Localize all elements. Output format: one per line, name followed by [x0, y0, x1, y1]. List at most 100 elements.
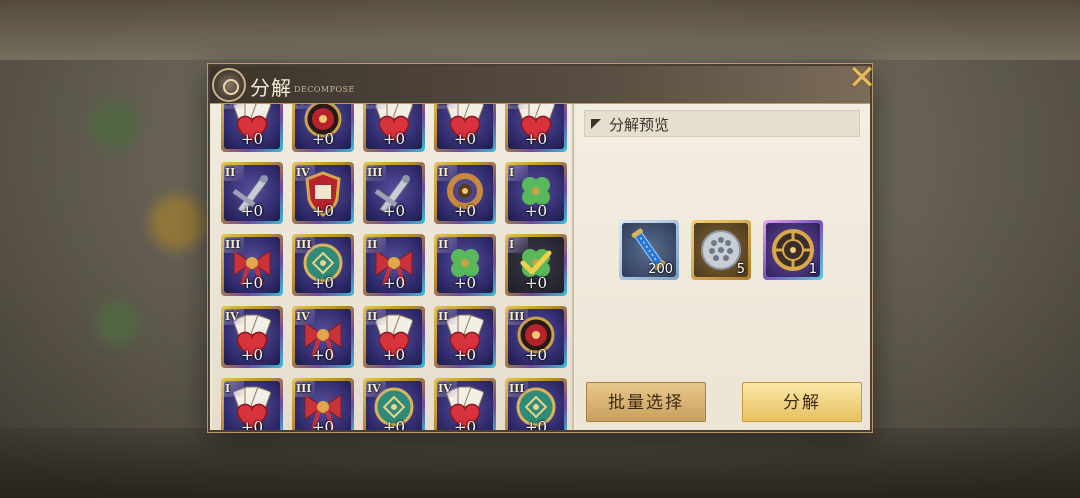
- equipment-slot[interactable]: II +0: [434, 234, 496, 296]
- item-level: +0: [524, 130, 548, 148]
- item-rank: II: [366, 104, 387, 109]
- equipment-slot[interactable]: I +0: [505, 162, 567, 224]
- equipment-slot[interactable]: II +0: [221, 162, 283, 224]
- item-rank: IV: [224, 104, 244, 109]
- slot-frame: III +0: [366, 165, 422, 221]
- equipment-slot[interactable]: II +0: [363, 234, 425, 296]
- equipment-slot[interactable]: II +0: [363, 306, 425, 368]
- item-grid-panel[interactable]: IV+0IV+0II+0II+0II+0II+0IV+0III+0II+0I+0…: [212, 104, 574, 430]
- compass-emblem-icon: [212, 68, 246, 102]
- reward-item[interactable]: 5: [691, 220, 751, 280]
- item-level: +0: [453, 274, 477, 292]
- slot-frame: IV +0: [224, 309, 280, 365]
- decompose-preview-panel: 分解预览 200 5 1 批量选择 分解: [576, 104, 870, 430]
- decompose-button[interactable]: 分解: [742, 382, 862, 422]
- equipment-slot[interactable]: IV +0: [434, 378, 496, 430]
- item-rank: II: [366, 237, 387, 253]
- item-rank: III: [224, 237, 245, 253]
- item-rank: IV: [295, 309, 315, 325]
- item-rank: II: [508, 104, 529, 109]
- equipment-slot[interactable]: I +0: [221, 378, 283, 430]
- item-rank: I: [508, 237, 529, 253]
- dialog-title-bar: 分解 DECOMPOSE: [210, 66, 870, 104]
- equipment-slot[interactable]: II +0: [434, 306, 496, 368]
- item-level: +0: [524, 418, 548, 430]
- equipment-slot[interactable]: IV +0: [221, 306, 283, 368]
- item-rank: II: [224, 165, 245, 181]
- equipment-slot[interactable]: III +0: [292, 234, 354, 296]
- slot-frame: IV +0: [295, 104, 351, 149]
- slot-frame: IV +0: [366, 381, 422, 430]
- item-level: +0: [240, 274, 264, 292]
- item-rank: IV: [224, 309, 244, 325]
- reward-item[interactable]: 1: [763, 220, 823, 280]
- equipment-slot[interactable]: III +0: [363, 162, 425, 224]
- equipment-slot[interactable]: IV +0: [292, 306, 354, 368]
- item-rank: II: [437, 237, 458, 253]
- item-level: +0: [382, 202, 406, 220]
- preview-header: 分解预览: [584, 110, 860, 137]
- slot-frame: I +0: [224, 381, 280, 430]
- corner-marker-icon: [591, 119, 601, 129]
- slot-frame: II +0: [508, 104, 564, 149]
- equipment-slot[interactable]: IV +0: [363, 378, 425, 430]
- item-rank: II: [437, 309, 458, 325]
- reward-item[interactable]: 200: [619, 220, 679, 280]
- close-x-icon[interactable]: ✕: [844, 60, 880, 96]
- item-level: +0: [453, 418, 477, 430]
- dialog-title: 分解: [250, 76, 292, 100]
- equipment-slot[interactable]: III +0: [505, 378, 567, 430]
- batch-select-button[interactable]: 批量选择: [586, 382, 706, 422]
- equipment-slot[interactable]: IV +0: [221, 104, 283, 152]
- item-rank: II: [437, 104, 458, 109]
- equipment-slot[interactable]: III +0: [221, 234, 283, 296]
- slot-frame: II +0: [437, 237, 493, 293]
- item-rank: IV: [437, 381, 457, 397]
- item-level: +0: [311, 274, 335, 292]
- slot-frame: IV +0: [224, 104, 280, 149]
- item-rank: III: [295, 237, 316, 253]
- slot-frame: II +0: [366, 104, 422, 149]
- slot-frame: IV +0: [295, 165, 351, 221]
- equipment-slot[interactable]: IV +0: [292, 104, 354, 152]
- slot-frame: III +0: [295, 381, 351, 430]
- item-level: +0: [453, 130, 477, 148]
- equipment-slot[interactable]: II +0: [434, 162, 496, 224]
- item-rank: IV: [295, 104, 315, 109]
- item-rank: III: [508, 381, 529, 397]
- item-level: +0: [311, 130, 335, 148]
- item-level: +0: [311, 202, 335, 220]
- item-rank: I: [508, 165, 529, 181]
- item-level: +0: [453, 346, 477, 364]
- slot-frame: II +0: [437, 104, 493, 149]
- item-level: +0: [240, 346, 264, 364]
- equipment-slot[interactable]: IV +0: [292, 162, 354, 224]
- item-rank: II: [366, 309, 387, 325]
- reward-count: 5: [736, 262, 745, 277]
- item-level: +0: [240, 202, 264, 220]
- item-rank: I: [224, 381, 245, 397]
- item-rank: II: [437, 165, 458, 181]
- equipment-slot[interactable]: II +0: [505, 104, 567, 152]
- equipment-slot[interactable]: I +0: [505, 234, 567, 296]
- item-rank: IV: [366, 381, 386, 397]
- equipment-slot[interactable]: II +0: [434, 104, 496, 152]
- reward-count: 1: [808, 262, 817, 277]
- slot-frame: II +0: [224, 165, 280, 221]
- slot-frame: II +0: [437, 165, 493, 221]
- preview-title: 分解预览: [609, 116, 670, 134]
- item-level: +0: [382, 274, 406, 292]
- slot-frame: IV +0: [437, 381, 493, 430]
- equipment-slot[interactable]: III +0: [505, 306, 567, 368]
- item-level: +0: [382, 346, 406, 364]
- item-rank: III: [508, 309, 529, 325]
- item-level: +0: [240, 130, 264, 148]
- decompose-dialog: 分解 DECOMPOSE ✕ IV+0IV+0II+0II+0II+0II+0I…: [208, 60, 876, 432]
- slot-frame: IV +0: [295, 309, 351, 365]
- dialog-subtitle: DECOMPOSE: [294, 85, 355, 94]
- equipment-slot[interactable]: III +0: [292, 378, 354, 430]
- reward-count: 200: [648, 262, 673, 277]
- equipment-slot[interactable]: II +0: [363, 104, 425, 152]
- slot-frame: III +0: [508, 309, 564, 365]
- slot-frame: I +0: [508, 237, 564, 293]
